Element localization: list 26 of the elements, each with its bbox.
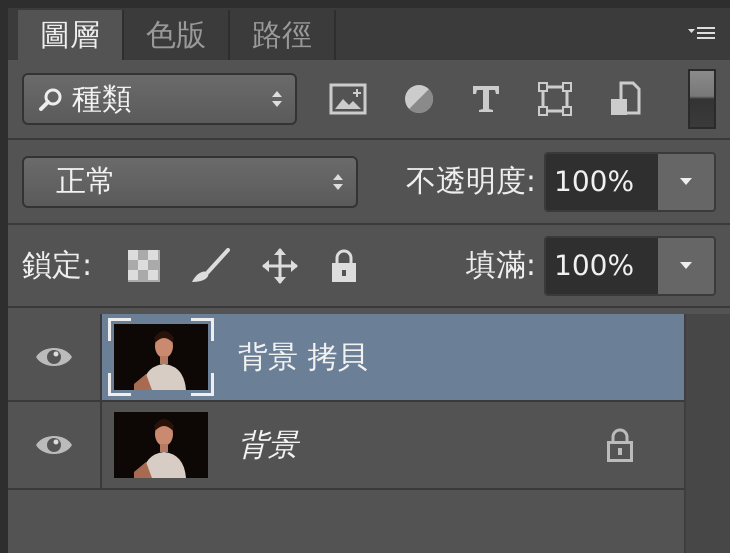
lock-icon[interactable] bbox=[330, 248, 358, 282]
fill-label: 填滿: bbox=[466, 247, 536, 285]
half-circle-icon[interactable] bbox=[403, 83, 435, 115]
scrollbar-track[interactable] bbox=[684, 314, 730, 553]
type-icon[interactable] bbox=[471, 84, 501, 114]
image-icon[interactable] bbox=[329, 83, 367, 115]
panel-tab[interactable]: 圖層 bbox=[18, 10, 124, 60]
up-down-arrows-icon bbox=[271, 89, 283, 109]
layer-row[interactable]: 背景 拷貝 bbox=[102, 314, 684, 400]
search-icon bbox=[38, 86, 64, 112]
eye-icon[interactable] bbox=[35, 345, 73, 369]
filter-dropdown[interactable]: 種類 bbox=[22, 73, 297, 125]
opacity-label: 不透明度: bbox=[406, 163, 536, 201]
blend-mode-dropdown[interactable]: 正常 bbox=[22, 156, 358, 208]
brush-icon[interactable] bbox=[190, 248, 230, 284]
layer-name: 背景 拷貝 bbox=[238, 338, 368, 376]
checkerboard-icon[interactable] bbox=[128, 250, 160, 282]
lock-label: 鎖定: bbox=[22, 247, 92, 285]
eye-icon[interactable] bbox=[35, 433, 73, 457]
filter-toggle[interactable] bbox=[688, 69, 716, 129]
menu-icon[interactable] bbox=[688, 26, 716, 42]
transform-icon[interactable] bbox=[537, 81, 573, 117]
move-icon[interactable] bbox=[260, 246, 300, 286]
up-down-arrows-icon bbox=[332, 172, 344, 192]
smart-object-icon[interactable] bbox=[609, 81, 641, 117]
layer-name: 背景 bbox=[238, 426, 298, 464]
